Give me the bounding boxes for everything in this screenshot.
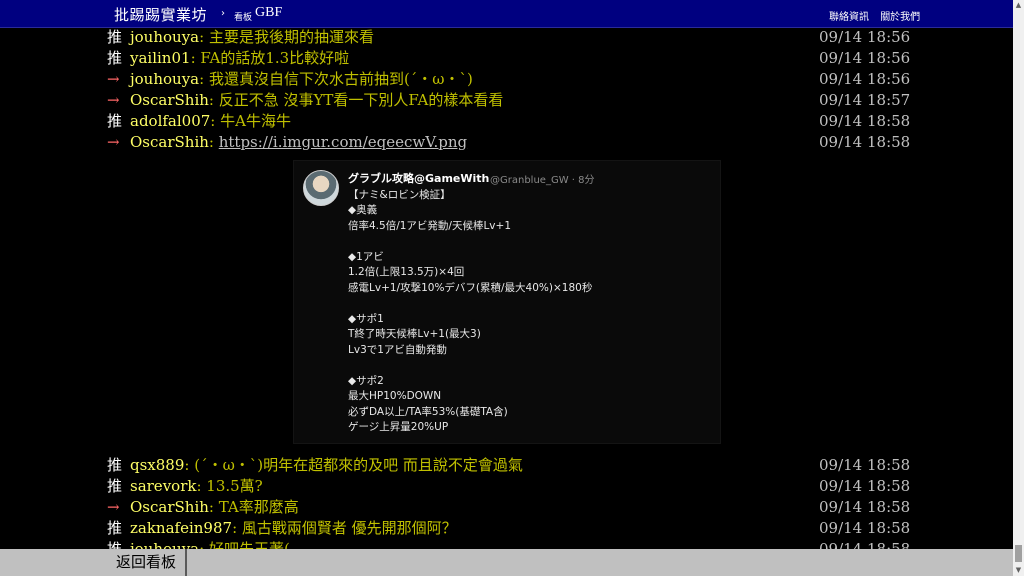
push-time: 09/14 18:58 [819, 477, 911, 495]
push-row: 推 yailin01: FA的話放1.3比較好啦 09/14 18:56 [107, 48, 917, 69]
tweet-line: 1.2倍(上限13.5万)×4回 [348, 266, 465, 278]
scroll-thumb[interactable] [1015, 545, 1022, 562]
push-user: OscarShih [130, 498, 209, 516]
tweet-author-name: グラブル攻略@GameWith [348, 172, 490, 185]
push-user: sarevork [130, 477, 197, 495]
push-row: 推 sarevork: 13.5萬? 09/14 18:58 [107, 476, 917, 497]
tweet-line: ◆サポ1 [348, 313, 384, 325]
back-to-board-button[interactable]: 返回看板 [107, 549, 187, 576]
push-user: jouhouya [130, 540, 200, 549]
push-time: 09/14 18:56 [819, 49, 911, 67]
board-name-link[interactable]: GBF [255, 5, 282, 21]
tweet-line: Lv3で1アビ自動発動 [348, 344, 447, 356]
push-user: jouhouya [130, 28, 200, 46]
push-time: 09/14 18:58 [819, 456, 911, 474]
push-content: : 13.5萬? [196, 477, 263, 495]
push-time: 09/14 18:58 [819, 540, 911, 549]
breadcrumb-separator: › [221, 8, 225, 19]
push-time: 09/14 18:58 [819, 519, 911, 537]
push-tag: 推 [107, 28, 123, 46]
tweet-line: ◆奥義 [348, 204, 378, 216]
tweet-line: ◆サポ2 [348, 375, 384, 387]
tweet-line: 【ナミ&ロビン検証】 [348, 189, 451, 201]
push-row: 推 qsx889: (´・ω・`)明年在超都來的及吧 而且說不定會過氣 09/14… [107, 455, 917, 476]
push-row: → OscarShih: TA率那麼高 09/14 18:58 [107, 497, 917, 518]
push-user: adolfal007 [130, 112, 211, 130]
tweet-line: ゲージ上昇量20%UP [348, 421, 449, 433]
scroll-down-arrow-icon[interactable]: ▼ [1013, 565, 1024, 576]
article-content: 推 jouhouya: 主要是我後期的抽運來看 09/14 18:56 推 yail… [0, 27, 1013, 549]
push-row: 推 adolfal007: 牛A牛海牛 09/14 18:58 [107, 111, 917, 132]
push-colon: : [208, 133, 219, 151]
push-content: : 我還真沒自信下次水古前抽到(´・ω・`) [199, 70, 473, 88]
scroll-up-arrow-icon[interactable]: ▲ [1013, 0, 1024, 11]
tweet-line: 倍率4.5倍/1アビ発動/天候棒Lv+1 [348, 220, 511, 232]
push-tag: → [107, 133, 120, 151]
tweet-line: ◆1アビ [348, 251, 384, 263]
embedded-image[interactable]: グラブル攻略@GameWith @Granblue_GW · 8分 【ナミ&ロビ… [293, 160, 721, 444]
push-content: : 好吧先王著( [199, 540, 290, 549]
push-time: 09/14 18:56 [819, 70, 911, 88]
image-link[interactable]: https://i.imgur.com/eqeecwV.png [219, 133, 467, 151]
push-user: yailin01 [130, 49, 191, 67]
push-content: : 牛A牛海牛 [210, 112, 291, 130]
site-title-link[interactable]: 批踢踢實業坊 [114, 4, 207, 25]
push-content: : TA率那麼高 [208, 498, 299, 516]
push-user: qsx889 [130, 456, 185, 474]
vertical-scrollbar[interactable]: ▲ ▼ [1013, 0, 1024, 576]
avatar [303, 170, 339, 206]
top-links: 聯絡資訊 關於我們 [829, 8, 928, 23]
push-content: : 風古戰兩個賢者 優先開那個阿？ [232, 519, 457, 537]
push-tag: → [107, 498, 120, 516]
push-tag: → [107, 91, 120, 109]
tweet-line: 最大HP10%DOWN [348, 390, 442, 402]
push-time: 09/14 18:57 [819, 91, 911, 109]
push-tag: → [107, 70, 120, 88]
tweet-line: 感電Lv+1/攻撃10%デバフ(累積/最大40%)×180秒 [348, 282, 593, 294]
push-tag: 推 [107, 540, 123, 549]
push-row: 推 jouhouya: 主要是我後期的抽運來看 09/14 18:56 [107, 27, 917, 48]
contact-link[interactable]: 聯絡資訊 [829, 12, 869, 23]
tweet-handle: @Granblue_GW · 8分 [490, 175, 595, 186]
push-row: → OscarShih: 反正不急 沒事YT看一下別人FA的樣本看看 09/14 … [107, 90, 917, 111]
push-tag: 推 [107, 49, 123, 67]
push-row: 推 zaknafein987: 風古戰兩個賢者 優先開那個阿？ 09/14 18:… [107, 518, 917, 539]
tweet-line: T終了時天候棒Lv+1(最大3) [348, 328, 481, 340]
push-tag: 推 [107, 519, 123, 537]
push-time: 09/14 18:58 [819, 498, 911, 516]
push-row: → jouhouya: 我還真沒自信下次水古前抽到(´・ω・`) 09/14 18… [107, 69, 917, 90]
tweet-line: 必ずDA以上/TA率53%(基礎TA含) [348, 406, 508, 418]
push-time: 09/14 18:58 [819, 133, 911, 151]
push-time: 09/14 18:56 [819, 28, 911, 46]
about-link[interactable]: 關於我們 [880, 12, 920, 23]
push-time: 09/14 18:58 [819, 112, 911, 130]
push-row: 推 jouhouya: 好吧先王著( 09/14 18:58 [107, 539, 917, 549]
board-label: 看板 [234, 13, 253, 23]
push-user: jouhouya [130, 70, 200, 88]
push-user: OscarShih [130, 133, 209, 151]
top-bar: 批踢踢實業坊 › 看板 GBF 聯絡資訊 關於我們 [0, 0, 1013, 28]
push-row: → OscarShih: https://i.imgur.com/eqeecwV.… [107, 132, 917, 153]
push-content: : 主要是我後期的抽運來看 [199, 28, 374, 46]
push-user: OscarShih [130, 91, 209, 109]
push-tag: 推 [107, 112, 123, 130]
push-content: : (´・ω・`)明年在超都來的及吧 而且說不定會過氣 [184, 456, 523, 474]
push-tag: 推 [107, 477, 123, 495]
push-user: zaknafein987 [130, 519, 233, 537]
push-content: : 反正不急 沒事YT看一下別人FA的樣本看看 [208, 91, 504, 109]
push-content: : FA的話放1.3比較好啦 [190, 49, 350, 67]
bottom-bar: 返回看板 [0, 549, 1013, 576]
push-tag: 推 [107, 456, 123, 474]
